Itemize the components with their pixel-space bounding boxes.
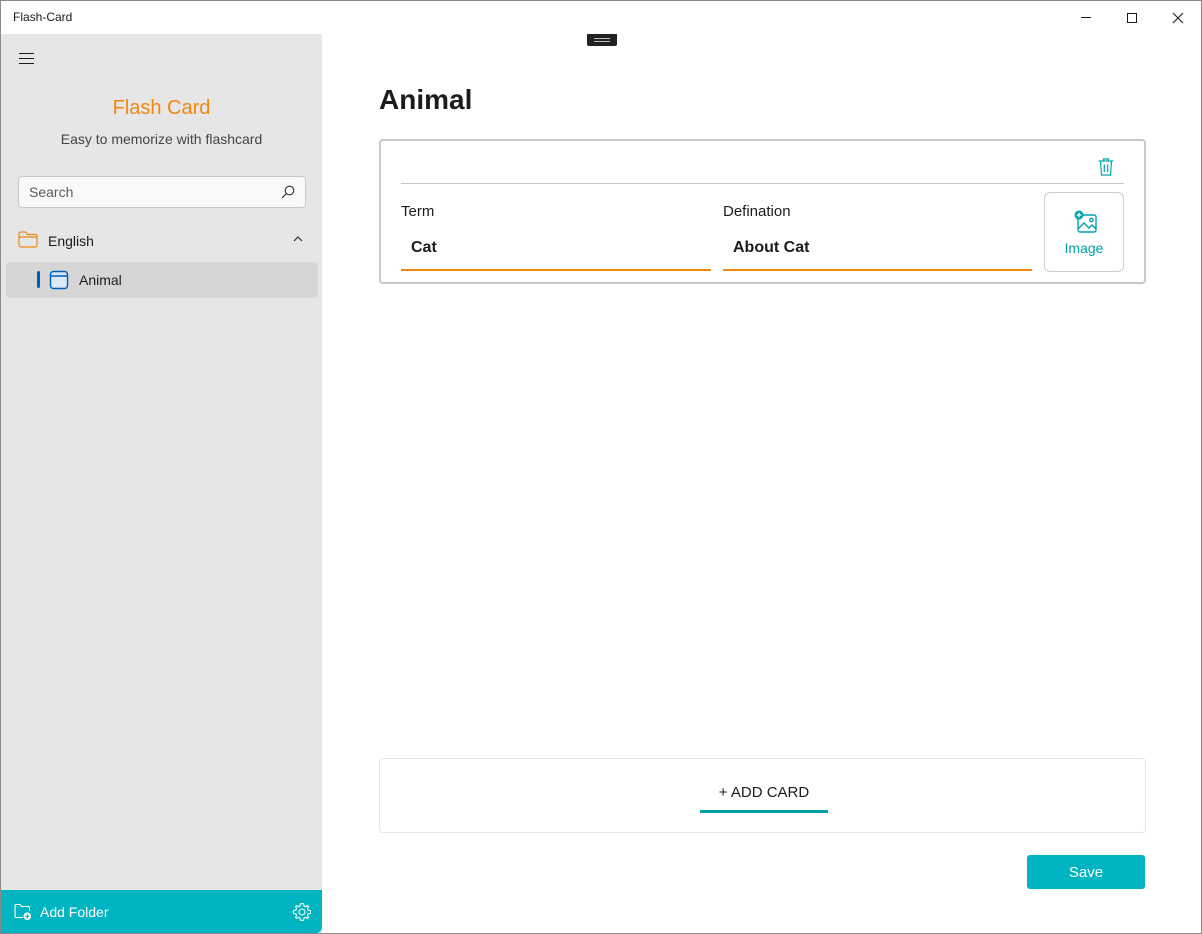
- maximize-icon: [1127, 12, 1137, 23]
- page-title: Animal: [379, 84, 473, 115]
- sidebar-folder-english[interactable]: English: [6, 221, 318, 259]
- add-card-panel: + ADD CARD: [379, 758, 1146, 833]
- add-image-button[interactable]: Image: [1044, 192, 1124, 272]
- term-input[interactable]: [401, 229, 711, 267]
- sidebar: Flash Card Easy to memorize with flashca…: [1, 34, 322, 933]
- minimize-icon: [1081, 17, 1091, 18]
- hamburger-icon-line: [18, 62, 34, 64]
- definition-field: [723, 229, 1032, 271]
- selection-indicator: [37, 271, 40, 288]
- minimize-button[interactable]: [1063, 1, 1109, 34]
- app-window: Flash-Card Flash Card Easy to memorize w…: [0, 0, 1202, 934]
- search-icon[interactable]: [281, 185, 295, 199]
- add-image-icon: [1074, 210, 1097, 233]
- drag-handle-line: [594, 38, 610, 39]
- image-button-label: Image: [1064, 240, 1104, 256]
- drag-handle[interactable]: [587, 34, 617, 46]
- search-box: [18, 176, 306, 208]
- definition-label: Defination: [723, 203, 791, 220]
- definition-input[interactable]: [723, 229, 1032, 267]
- drag-handle-line: [594, 41, 610, 42]
- flash-card: Term Defination Image: [379, 139, 1146, 284]
- sidebar-deck-animal[interactable]: Animal: [6, 262, 318, 298]
- hamburger-icon-line: [18, 57, 34, 59]
- add-folder-icon: [14, 903, 32, 921]
- save-button[interactable]: Save: [1027, 855, 1145, 889]
- gear-icon[interactable]: [292, 902, 312, 922]
- deck-icon: [49, 270, 69, 290]
- window-title: Flash-Card: [13, 10, 73, 24]
- search-input[interactable]: [19, 177, 269, 207]
- term-field: [401, 229, 711, 271]
- card-divider: [401, 183, 1124, 184]
- term-label: Term: [401, 203, 435, 220]
- close-icon: [1172, 12, 1184, 23]
- chevron-up-icon[interactable]: [292, 234, 304, 244]
- brand-subtitle: Easy to memorize with flashcard: [60, 131, 263, 147]
- hamburger-menu-button[interactable]: [11, 44, 41, 72]
- add-card-button[interactable]: + ADD CARD: [700, 781, 828, 813]
- folder-label: English: [48, 233, 94, 249]
- deck-label: Animal: [79, 272, 122, 288]
- hamburger-icon-line: [18, 52, 34, 54]
- brand-title: Flash Card: [112, 97, 211, 119]
- close-button[interactable]: [1155, 1, 1201, 34]
- main-content: Animal Term Defination Cat About Cat Ima…: [323, 34, 1201, 933]
- sidebar-footer: Add Folder: [1, 890, 322, 933]
- folder-icon: [18, 231, 38, 248]
- add-folder-button[interactable]: Add Folder: [40, 904, 108, 920]
- maximize-button[interactable]: [1109, 1, 1155, 34]
- trash-icon[interactable]: [1097, 157, 1115, 177]
- title-bar[interactable]: Flash-Card: [1, 1, 1201, 34]
